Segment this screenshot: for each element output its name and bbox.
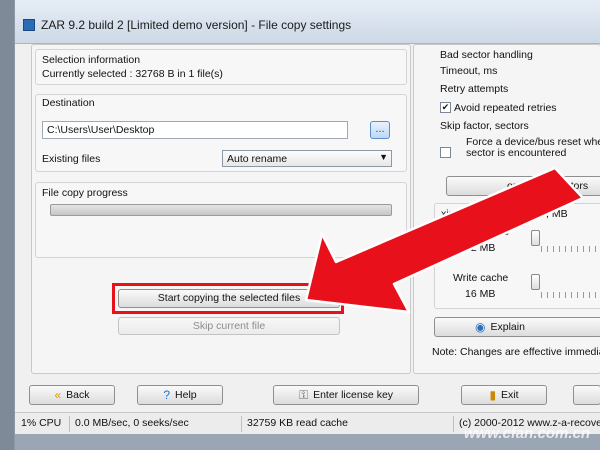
help-label: Help: [175, 389, 197, 401]
forget-bad-sectors-button[interactable]: orget bad sectors: [446, 176, 600, 196]
window-title: ZAR 9.2 build 2 [Limited demo version] -…: [41, 18, 352, 32]
key-icon: ⚿: [298, 388, 309, 402]
force-reset-checkbox[interactable]: [440, 147, 451, 158]
dropdown-arrow-icon: ▼: [379, 152, 388, 162]
read-cache-status: 32759 KB read cache: [247, 417, 348, 429]
license-label: Enter license key: [313, 389, 394, 401]
force-reset-label-2: sector is encountered: [466, 147, 567, 159]
left-panel: Selection information Currently selected…: [31, 44, 411, 374]
status-separator: [453, 416, 454, 432]
app-logo-icon: [23, 19, 35, 31]
status-separator: [69, 416, 70, 432]
extra-button[interactable]: [573, 385, 600, 405]
existing-files-value: Auto rename: [227, 153, 288, 165]
changes-note: Note: Changes are effective immedia: [432, 346, 600, 358]
bad-sector-heading: Bad sector handling: [440, 49, 533, 61]
write-cache-slider[interactable]: [531, 274, 540, 290]
browse-button[interactable]: ...: [370, 121, 390, 139]
write-cache-label: Write cache: [453, 272, 509, 284]
selection-text: Currently selected : 32768 B in 1 file(s…: [42, 68, 223, 80]
exit-door-icon: ▮: [489, 388, 497, 402]
write-cache-ticks: [541, 292, 600, 298]
copy-progress-heading: File copy progress: [42, 187, 128, 199]
explain-label: Explain: [490, 321, 525, 333]
watermark-text: www.cfan.com.cn: [463, 425, 590, 442]
right-panel: Bad sector handling Timeout, ms Retry at…: [413, 44, 600, 374]
copy-progress-bar: [50, 204, 392, 216]
read-cache-slider[interactable]: [531, 230, 540, 246]
start-button-highlight: [112, 283, 344, 314]
destination-path-input[interactable]: C:\Users\User\Desktop: [42, 121, 348, 139]
existing-files-label: Existing files: [42, 153, 101, 165]
explain-button[interactable]: ◉ Explain: [434, 317, 600, 337]
cpu-usage: 1% CPU: [21, 417, 62, 429]
existing-files-select[interactable]: Auto rename ▼: [222, 150, 392, 167]
retry-attempts-label: Retry attempts: [440, 83, 509, 95]
back-arrow-icon: «: [54, 388, 62, 402]
avoid-retries-checkbox[interactable]: ✔: [440, 102, 451, 113]
skip-factor-label: Skip factor, sectors: [440, 120, 529, 132]
status-separator: [241, 416, 242, 432]
skip-current-file-button: Skip current file: [118, 317, 340, 335]
back-label: Back: [66, 389, 90, 401]
exit-button[interactable]: ▮ Exit: [461, 385, 547, 405]
destination-heading: Destination: [42, 97, 95, 109]
read-cache-value: 32 MB: [465, 242, 496, 254]
help-icon: ?: [163, 388, 171, 402]
read-cache-ticks: [541, 246, 600, 252]
help-icon: ◉: [475, 320, 486, 334]
back-button[interactable]: « Back: [29, 385, 115, 405]
read-cache-label: Read cache: [453, 226, 510, 238]
timeout-label: Timeout, ms: [440, 65, 498, 77]
exit-label: Exit: [501, 389, 519, 401]
avoid-retries-label: Avoid repeated retries: [454, 102, 557, 114]
app-window: ZAR 9.2 build 2 [Limited demo version] -…: [14, 0, 600, 450]
write-cache-value: 16 MB: [465, 288, 496, 300]
selection-heading: Selection information: [42, 54, 141, 66]
disk-cache-group: ximum disk cache size, MB Read cache 32 …: [434, 203, 600, 309]
copy-progress-group: File copy progress: [35, 182, 407, 258]
enter-license-key-button[interactable]: ⚿ Enter license key: [273, 385, 419, 405]
title-bar: ZAR 9.2 build 2 [Limited demo version] -…: [15, 0, 600, 44]
help-button[interactable]: ? Help: [137, 385, 223, 405]
transfer-speed: 0.0 MB/sec, 0 seeks/sec: [75, 417, 189, 429]
disk-cache-heading: ximum disk cache size, MB: [441, 208, 568, 220]
destination-group: Destination C:\Users\User\Desktop ... Ex…: [35, 94, 407, 172]
selection-info-group: Selection information Currently selected…: [35, 49, 407, 85]
